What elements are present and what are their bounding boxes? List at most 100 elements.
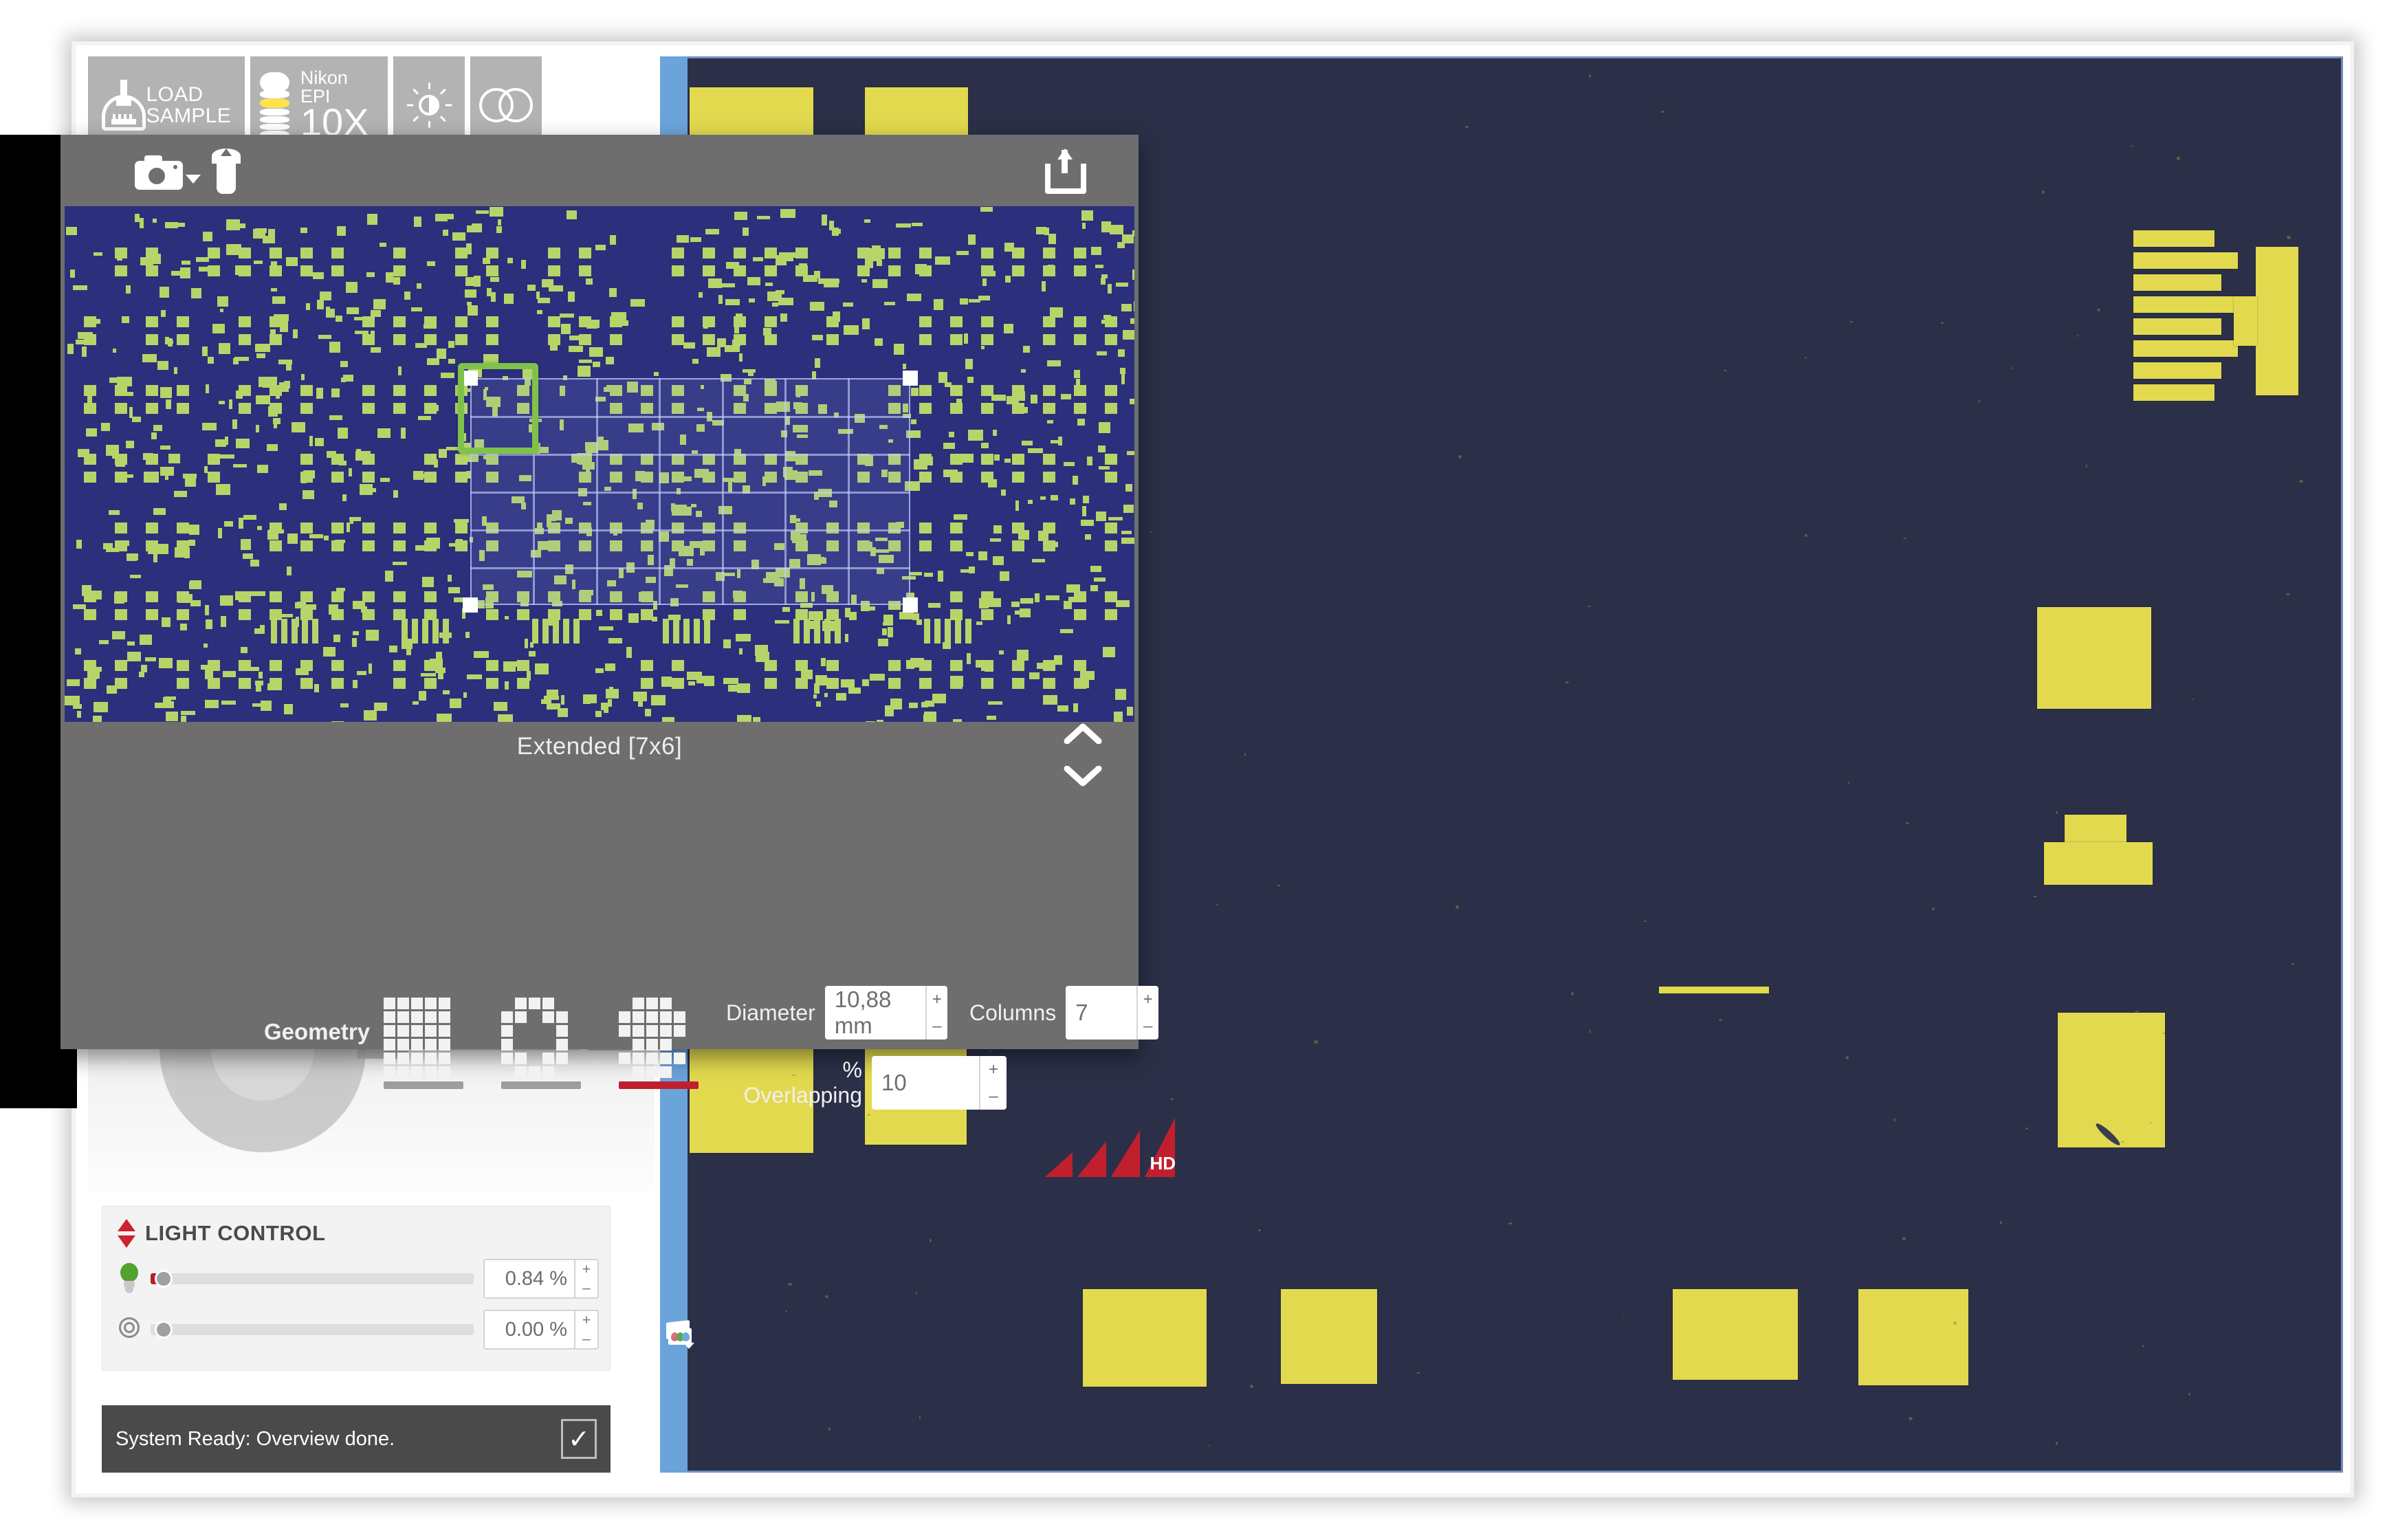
die-feature [976,622,982,625]
die-pad [455,248,468,258]
die-pad [115,385,127,396]
die-pad [177,540,189,551]
die-feature [699,292,703,298]
resize-handle[interactable] [903,371,918,386]
die-feature [219,401,225,404]
die-pad [270,591,282,602]
light-control-header[interactable]: LIGHT CONTROL [102,1207,610,1248]
die-feature [342,494,347,501]
diameter-spinner[interactable]: 10,88 mm + – [824,986,947,1040]
die-feature [70,270,75,278]
die-feature [1116,600,1130,607]
up-down-chevron-icon[interactable] [1063,723,1103,786]
die-pad [84,591,96,602]
quality-hd-indicator[interactable]: HD [1045,1118,1177,1177]
diameter-increment[interactable]: + [927,986,947,1013]
geometry-option-rectangle[interactable] [384,998,463,1089]
die-feature [978,551,987,560]
die-feature [347,522,350,532]
diameter-decrement[interactable]: – [927,1013,947,1040]
resize-handle[interactable] [463,597,478,613]
camera-icon[interactable] [135,154,183,190]
die-feature [1000,571,1009,581]
connector-finger [934,619,941,644]
die-feature [103,543,113,549]
die-pad [857,248,870,258]
die-pad [548,316,560,327]
status-check-icon[interactable]: ✓ [561,1419,597,1459]
die-pad [950,316,963,327]
die-feature [737,683,750,693]
columns-increment[interactable]: + [1138,986,1158,1013]
die-pad [300,454,313,465]
die-pad [455,540,468,551]
load-sample-label-line2: SAMPLE [146,104,231,127]
die-pad [455,472,468,483]
die-feature [189,525,199,535]
die-feature [219,343,230,354]
die-pad [177,385,189,396]
image-color-settings-icon[interactable] [665,1320,698,1352]
die-pad [239,248,251,258]
die-feature [166,712,178,721]
die-feature [725,345,740,352]
die-feature [938,571,943,582]
die-feature [824,693,828,697]
image-speck [1805,534,1807,537]
light-value-spinner-2[interactable]: 0.00 % + – [483,1310,599,1350]
overview-image[interactable] [65,206,1134,722]
light-decrement-1[interactable]: – [575,1279,597,1297]
die-feature [906,660,914,669]
die-pad [1043,454,1055,465]
die-feature [220,309,223,312]
load-sample-label: LOAD SAMPLE [146,83,231,127]
current-tile-selection[interactable] [458,363,539,454]
die-feature [748,371,754,376]
light-decrement-2[interactable]: – [575,1330,597,1348]
die-feature [1090,585,1098,591]
columns-decrement[interactable]: – [1138,1013,1158,1040]
geometry-option-extended[interactable] [619,998,699,1089]
die-feature [687,672,702,680]
die-feature [243,553,253,559]
geometry-underline-rectangle [384,1081,463,1089]
resize-handle[interactable] [903,597,918,613]
die-feature [822,214,827,226]
light-value-spinner-1[interactable]: 0.84 % + – [483,1259,599,1299]
overlapping-decrement[interactable]: – [980,1083,1007,1110]
overlapping-increment[interactable]: + [980,1056,1007,1083]
die-pad [424,334,437,345]
die-pad [1074,385,1086,396]
die-feature [393,562,407,565]
light-slider-2[interactable] [151,1321,474,1339]
light-increment-1[interactable]: + [575,1260,597,1279]
overlapping-spinner[interactable]: 10 + – [872,1056,1007,1110]
die-feature [683,342,695,349]
die-feature [356,449,361,454]
chevron-down-icon[interactable] [186,175,201,184]
die-feature [872,279,888,288]
geometry-option-ring[interactable] [501,998,581,1089]
die-feature [911,419,916,424]
die-feature [77,711,81,718]
die-feature [1110,225,1123,234]
columns-spinner[interactable]: 7 + – [1066,986,1158,1040]
grid-line-horizontal [470,529,910,531]
die-pad [765,248,777,258]
die-pad [734,248,746,258]
die-pad [84,660,96,671]
die-pad [734,609,746,620]
die-feature [413,701,419,705]
die-feature [306,303,310,310]
die-feature [994,454,1000,461]
die-feature [923,714,936,722]
trash-icon[interactable] [208,148,245,194]
image-speck [1209,1445,1210,1446]
die-feature [870,674,885,681]
light-increment-2[interactable]: + [575,1311,597,1330]
share-export-icon[interactable] [1045,148,1090,194]
die-feature [82,346,87,357]
die-pad [393,678,406,689]
light-slider-1[interactable] [151,1270,474,1288]
die-pad [84,472,96,483]
